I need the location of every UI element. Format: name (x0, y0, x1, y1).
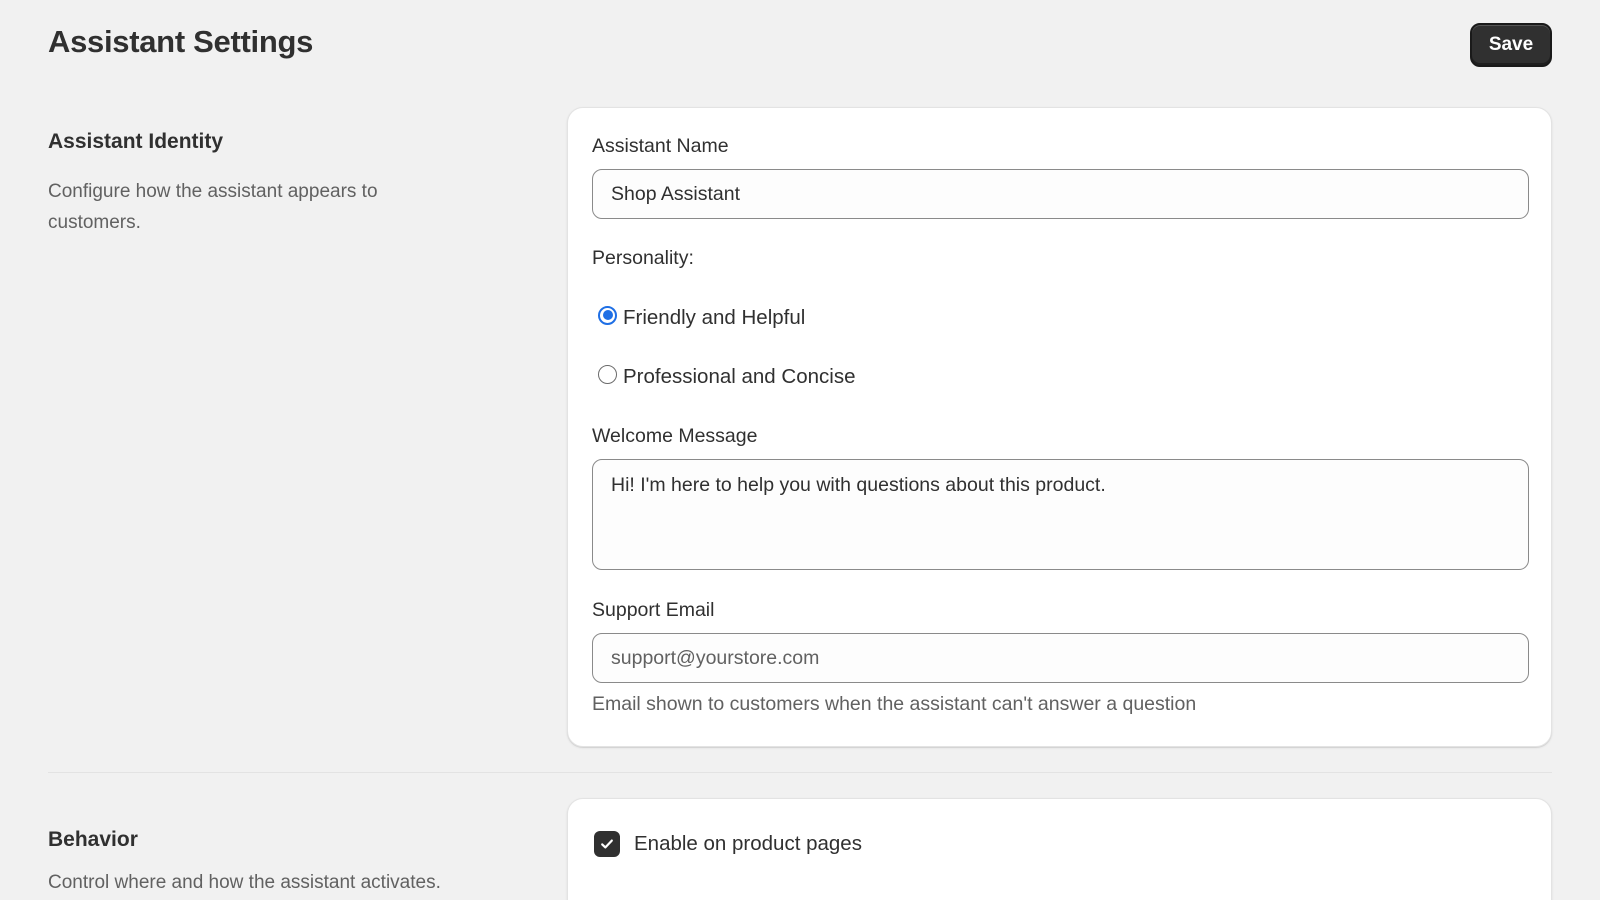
personality-label: Personality: (592, 247, 694, 269)
section-title-identity: Assistant Identity (48, 130, 224, 153)
support-email-label: Support Email (592, 599, 715, 621)
radio-label-friendly: Friendly and Helpful (623, 306, 806, 329)
checkmark-icon (601, 839, 613, 849)
welcome-message-label: Welcome Message (592, 425, 758, 447)
enable-product-pages-checkbox[interactable] (594, 831, 620, 857)
section-description-identity: Configure how the assistant appears to c… (48, 181, 378, 233)
assistant-name-label: Assistant Name (592, 135, 729, 157)
section-title-behavior: Behavior (48, 828, 138, 851)
radio-option-friendly[interactable]: Friendly and Helpful (598, 305, 806, 330)
enable-product-pages-label: Enable on product pages (634, 832, 862, 855)
welcome-message-textarea[interactable]: Hi! I'm here to help you with questions … (592, 459, 1529, 570)
enable-product-pages-row[interactable]: Enable on product pages (594, 831, 862, 857)
section-description-behavior: Control where and how the assistant acti… (48, 872, 441, 893)
radio-friendly-selected[interactable] (598, 305, 617, 325)
settings-page: Assistant Settings Save Assistant Identi… (0, 0, 1600, 900)
support-email-help-text: Email shown to customers when the assist… (592, 693, 1197, 715)
page-title: Assistant Settings (48, 24, 314, 59)
section-divider (48, 772, 1552, 773)
support-email-input[interactable] (592, 633, 1529, 683)
radio-option-professional[interactable]: Professional and Concise (598, 364, 856, 389)
identity-card: Assistant Name Personality: Friendly and… (567, 107, 1552, 747)
radio-label-professional: Professional and Concise (623, 365, 856, 388)
radio-professional-unselected[interactable] (598, 364, 617, 384)
behavior-card: Enable on product pages (567, 798, 1552, 900)
assistant-name-input[interactable] (592, 169, 1529, 219)
save-button[interactable]: Save (1470, 23, 1552, 67)
